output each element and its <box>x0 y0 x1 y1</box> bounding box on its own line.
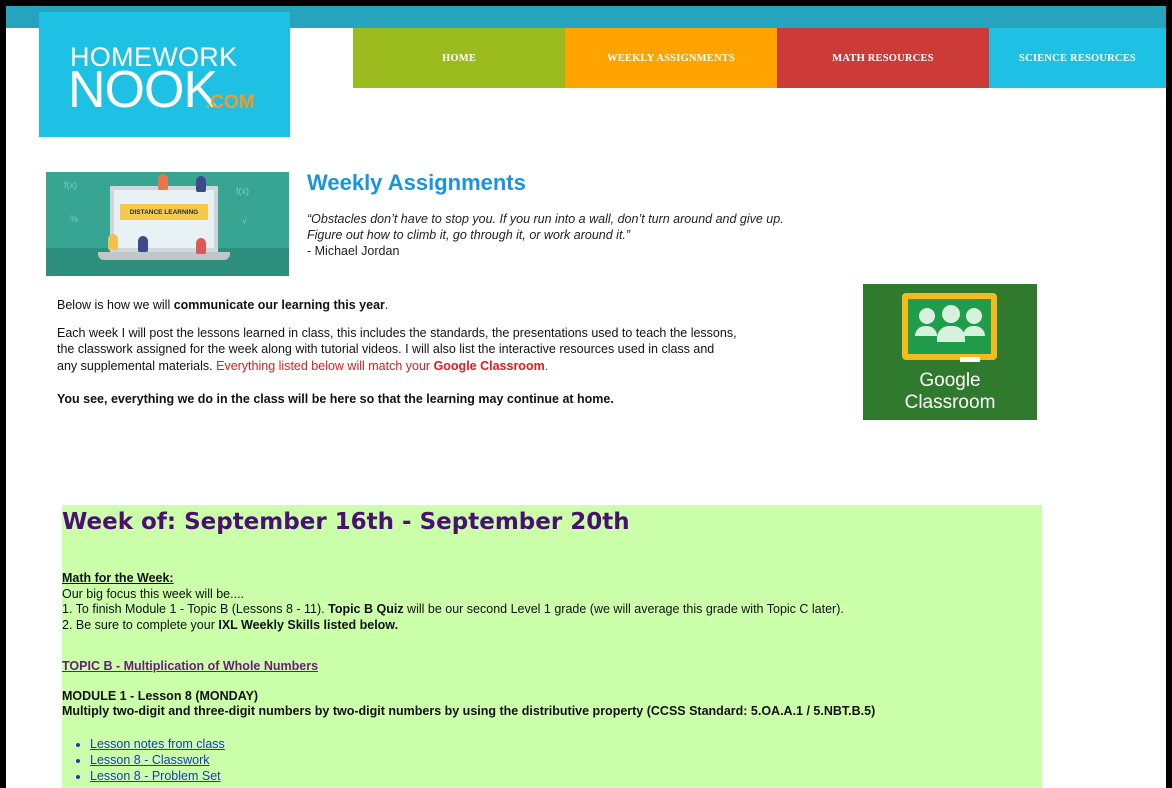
logo-line2: NOOK <box>68 61 218 119</box>
focus-item-2: 2. Be sure to complete your IXL Weekly S… <box>62 618 1037 634</box>
teacher-body <box>937 326 965 342</box>
student-body <box>915 326 937 336</box>
chalkboard-icon <box>902 293 997 362</box>
nav-home[interactable]: HOME <box>353 28 565 88</box>
doodle: f(x) <box>64 180 77 190</box>
doodle: f(x) <box>236 186 249 196</box>
chalkboard-surface <box>908 299 991 354</box>
teacher-icon <box>942 305 960 323</box>
distance-learning-banner: DISTANCE LEARNING <box>120 204 208 220</box>
item1-bold: Topic B Quiz <box>328 602 404 616</box>
topic-b-link[interactable]: TOPIC B - Multiplication of Whole Number… <box>62 659 318 675</box>
person-figure <box>108 234 118 250</box>
closing-paragraph: You see, everything we do in the class w… <box>57 391 857 408</box>
google-classroom-mention: Google Classroom <box>433 358 545 373</box>
laptop-base <box>98 252 230 260</box>
student-icon <box>966 308 982 324</box>
week-title: Week of: September 16th - September 20th <box>62 509 630 535</box>
distance-learning-image: f(x) f(x) % √ DISTANCE LEARNING <box>46 172 289 276</box>
quote-author: - Michael Jordan <box>307 244 400 258</box>
site-logo[interactable]: HOMEWORK NOOK .COM <box>39 12 290 137</box>
chalk-bar <box>960 357 980 362</box>
gc-label-line2: Classroom <box>904 392 996 413</box>
doodle: √ <box>242 216 247 226</box>
details-paragraph: Each week I will post the lessons learne… <box>57 325 857 375</box>
lesson-notes-link[interactable]: Lesson notes from class <box>90 736 1037 752</box>
nav-weekly-assignments[interactable]: WEEKLY ASSIGNMENTS <box>565 28 777 88</box>
student-icon <box>919 308 935 324</box>
page-title: Weekly Assignments <box>307 170 526 195</box>
logo-suffix: .COM <box>205 92 255 113</box>
quote-line2: Figure out how to climb it, go through i… <box>307 228 631 242</box>
intro-end: . <box>384 298 389 312</box>
google-classroom-label: Google Classroom <box>863 370 1037 414</box>
item1-text: 1. To finish Module 1 - Topic B (Lessons… <box>62 602 329 616</box>
item2-text: 2. Be sure to complete your <box>62 617 219 632</box>
quote-line1: “Obstacles don’t have to stop you. If yo… <box>307 212 784 226</box>
lesson-links: Lesson notes from class Lesson 8 - Class… <box>62 736 1037 784</box>
nav-science-resources[interactable]: SCIENCE RESOURCES <box>989 28 1166 88</box>
module-description: Multiply two-digit and three-digit numbe… <box>62 704 876 718</box>
module-heading: MODULE 1 - Lesson 8 (MONDAY) <box>62 688 259 703</box>
communication-section: Below is how we will communicate our lea… <box>57 297 857 419</box>
math-week-header: Math for the Week: <box>62 571 174 585</box>
nav-math-resources[interactable]: MATH RESOURCES <box>777 28 989 88</box>
details-line: Each week I will post the lessons learne… <box>57 325 737 340</box>
red-note: Everything listed below will match your <box>216 358 434 373</box>
classwork-link[interactable]: Lesson 8 - Classwork <box>90 752 1037 768</box>
week-content: Math for the Week: Our big focus this we… <box>62 571 1037 784</box>
item1-end: will be our second Level 1 grade (we wil… <box>403 602 844 616</box>
page-frame: HOMEWORK NOOK .COM HOME WEEKLY ASSIGNMEN… <box>6 6 1166 788</box>
red-note-end: . <box>544 358 549 373</box>
google-classroom-logo[interactable]: Google Classroom <box>863 284 1037 420</box>
quote: “Obstacles don’t have to stop you. If yo… <box>307 211 784 259</box>
lesson-link-text[interactable]: Lesson 8 - Problem Set <box>90 769 221 783</box>
doodle: % <box>70 214 79 224</box>
intro-paragraph: Below is how we will communicate our lea… <box>57 297 857 314</box>
focus-text: Our big focus this week will be.... <box>62 586 245 601</box>
student-body <box>963 326 985 336</box>
intro-bold: communicate our learning this year <box>173 298 385 312</box>
intro-text: Below is how we will <box>57 298 174 312</box>
week-panel: Week of: September 16th - September 20th… <box>62 505 1042 788</box>
details-line: any supplemental materials. <box>57 358 217 373</box>
closing-text: You see, everything we do in the class w… <box>57 392 614 406</box>
gc-label-line1: Google <box>919 370 981 391</box>
lesson-link-text[interactable]: Lesson 8 - Classwork <box>90 753 210 767</box>
item2-bold: IXL Weekly Skills listed below. <box>218 617 399 632</box>
details-line: the classwork assigned for the week alon… <box>57 342 715 356</box>
person-figure <box>196 176 206 192</box>
person-figure <box>138 236 148 252</box>
person-figure <box>158 174 168 190</box>
focus-item-1: 1. To finish Module 1 - Topic B (Lessons… <box>62 602 1037 618</box>
problem-set-link[interactable]: Lesson 8 - Problem Set <box>90 768 1037 784</box>
person-figure <box>196 238 206 254</box>
lesson-link-text[interactable]: Lesson notes from class <box>90 737 225 751</box>
